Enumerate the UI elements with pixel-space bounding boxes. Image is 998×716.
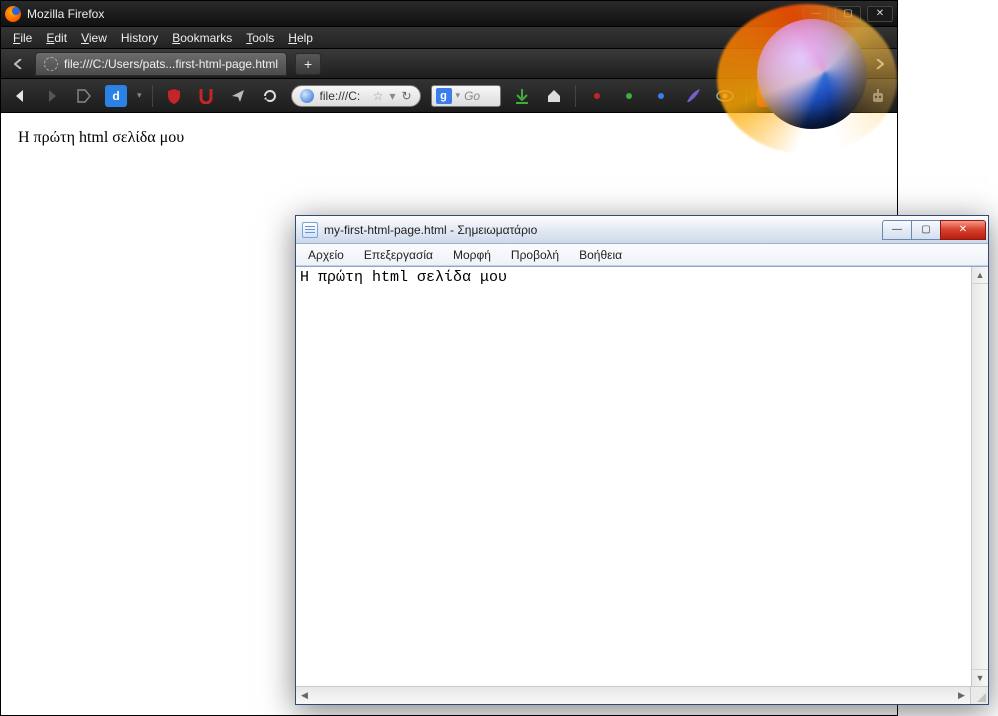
toolbar-sync-button[interactable] xyxy=(259,85,281,107)
firefox-window-controls: — ▢ ✕ xyxy=(803,6,893,22)
forward-icon xyxy=(44,88,60,104)
np-menu-edit[interactable]: Επεξεργασία xyxy=(356,246,441,264)
tab-scroll-right-button[interactable] xyxy=(871,53,889,75)
tab-label: file:///C:/Users/pats...first-html-page.… xyxy=(64,57,278,71)
toolbar-asterisk-button[interactable]: ✱ xyxy=(757,85,779,107)
site-identity-icon[interactable] xyxy=(300,89,314,103)
sync-icon xyxy=(262,88,278,104)
shield-icon xyxy=(167,88,181,104)
firefox-titlebar[interactable]: Mozilla Firefox — ▢ ✕ xyxy=(1,1,897,27)
robot-icon xyxy=(871,88,885,104)
scroll-track[interactable] xyxy=(972,284,988,669)
send-icon xyxy=(231,89,245,103)
url-bar[interactable]: file:///C: ☆ ▾ ↻ xyxy=(291,85,421,107)
bookmark-star-icon[interactable]: ☆ xyxy=(373,89,384,103)
firefox-menubar: File Edit View History Bookmarks Tools H… xyxy=(1,27,897,49)
toolbar-bookmark-button[interactable] xyxy=(73,85,95,107)
menu-file[interactable]: File xyxy=(7,29,38,47)
toolbar-dot-3[interactable] xyxy=(650,85,672,107)
toolbar-d-button[interactable]: d xyxy=(105,85,127,107)
notepad-horizontal-scrollbar[interactable]: ◀ ▶ xyxy=(296,687,971,704)
tag-icon xyxy=(77,89,91,103)
notepad-maximize-button[interactable]: ▢ xyxy=(911,220,941,240)
toolbar-eye-button[interactable] xyxy=(714,85,736,107)
search-placeholder: Go xyxy=(464,89,480,103)
url-text: file:///C: xyxy=(320,89,367,103)
tab-scroll-left-button[interactable] xyxy=(9,53,27,75)
notepad-menubar: Αρχείο Επεξεργασία Μορφή Προβολή Βοήθεια xyxy=(296,244,988,266)
firefox-title: Mozilla Firefox xyxy=(27,7,104,21)
menu-bookmarks[interactable]: Bookmarks xyxy=(166,29,238,47)
download-button[interactable] xyxy=(511,85,533,107)
chevron-left-icon xyxy=(14,59,22,69)
scroll-left-button[interactable]: ◀ xyxy=(296,687,313,704)
toolbar-separator xyxy=(152,85,153,107)
search-box[interactable]: g ▾ Go xyxy=(431,85,501,107)
blue-dot-icon xyxy=(658,93,664,99)
menu-history[interactable]: History xyxy=(115,29,164,47)
firefox-toolbar: d ▾ file:///C: ☆ ▾ ↻ g ▾ Go xyxy=(1,79,897,113)
eye-icon xyxy=(716,90,734,102)
scroll-right-button[interactable]: ▶ xyxy=(953,687,970,704)
toolbar-dot-2[interactable] xyxy=(618,85,640,107)
tab-favicon-icon xyxy=(44,57,58,71)
google-icon: g xyxy=(436,88,452,104)
u-icon xyxy=(199,88,213,104)
maximize-button[interactable]: ▢ xyxy=(835,6,861,22)
toolbar-robot-button[interactable] xyxy=(867,85,889,107)
browser-tab[interactable]: file:///C:/Users/pats...first-html-page.… xyxy=(35,52,287,76)
home-icon xyxy=(546,88,562,104)
download-icon xyxy=(515,88,529,104)
np-menu-format[interactable]: Μορφή xyxy=(445,246,499,264)
np-menu-file[interactable]: Αρχείο xyxy=(300,246,352,264)
reload-icon[interactable]: ↻ xyxy=(401,89,411,103)
toolbar-feather-button[interactable] xyxy=(682,85,704,107)
toolbar-send-button[interactable] xyxy=(227,85,249,107)
back-icon xyxy=(12,88,28,104)
toolbar-red-shield-button[interactable] xyxy=(163,85,185,107)
menu-help[interactable]: Help xyxy=(282,29,319,47)
new-tab-button[interactable]: + xyxy=(295,53,321,75)
menu-edit[interactable]: Edit xyxy=(40,29,73,47)
notepad-window-controls: — ▢ ✕ xyxy=(883,220,986,240)
resize-grip[interactable] xyxy=(971,687,988,704)
search-dropdown-icon[interactable]: ▾ xyxy=(456,90,461,101)
close-button[interactable]: ✕ xyxy=(867,6,893,22)
minimize-button[interactable]: — xyxy=(803,6,829,22)
notepad-window: my-first-html-page.html - Σημειωματάριο … xyxy=(295,215,989,705)
notepad-titlebar[interactable]: my-first-html-page.html - Σημειωματάριο … xyxy=(296,216,988,244)
asterisk-icon: ✱ xyxy=(763,89,773,103)
home-button[interactable] xyxy=(543,85,565,107)
feather-icon xyxy=(685,88,701,104)
dropdown-indicator-icon[interactable]: ▾ xyxy=(137,90,142,101)
notepad-minimize-button[interactable]: — xyxy=(882,220,912,240)
forward-button[interactable] xyxy=(41,85,63,107)
notepad-vertical-scrollbar[interactable]: ▲ ▼ xyxy=(971,267,988,686)
notepad-title: my-first-html-page.html - Σημειωματάριο xyxy=(324,223,537,237)
notepad-content-area: Η πρώτη html σελίδα μου ▲ ▼ xyxy=(296,266,988,686)
d-icon: d xyxy=(112,89,119,103)
scroll-up-button[interactable]: ▲ xyxy=(972,267,988,284)
notepad-bottom-bar: ◀ ▶ xyxy=(296,686,988,704)
red-dot-icon xyxy=(594,93,600,99)
np-menu-view[interactable]: Προβολή xyxy=(503,246,567,264)
notepad-close-button[interactable]: ✕ xyxy=(940,220,986,240)
notepad-app-icon xyxy=(302,222,318,238)
back-button[interactable] xyxy=(9,85,31,107)
chevron-right-icon xyxy=(876,59,884,69)
np-menu-help[interactable]: Βοήθεια xyxy=(571,246,630,264)
menu-tools[interactable]: Tools xyxy=(240,29,280,47)
firefox-tabbar: file:///C:/Users/pats...first-html-page.… xyxy=(1,49,897,79)
firefox-logo-icon xyxy=(5,6,21,22)
menu-view[interactable]: View xyxy=(75,29,113,47)
url-dropdown-icon[interactable]: ▾ xyxy=(389,89,395,103)
green-dot-icon xyxy=(626,93,632,99)
scroll-down-button[interactable]: ▼ xyxy=(972,669,988,686)
toolbar-red-u-button[interactable] xyxy=(195,85,217,107)
toolbar-dot-1[interactable] xyxy=(586,85,608,107)
notepad-text-area[interactable]: Η πρώτη html σελίδα μου xyxy=(296,267,971,686)
toolbar-separator xyxy=(575,85,576,107)
toolbar-separator xyxy=(746,85,747,107)
page-body-text: Η πρώτη html σελίδα μου xyxy=(18,129,184,146)
